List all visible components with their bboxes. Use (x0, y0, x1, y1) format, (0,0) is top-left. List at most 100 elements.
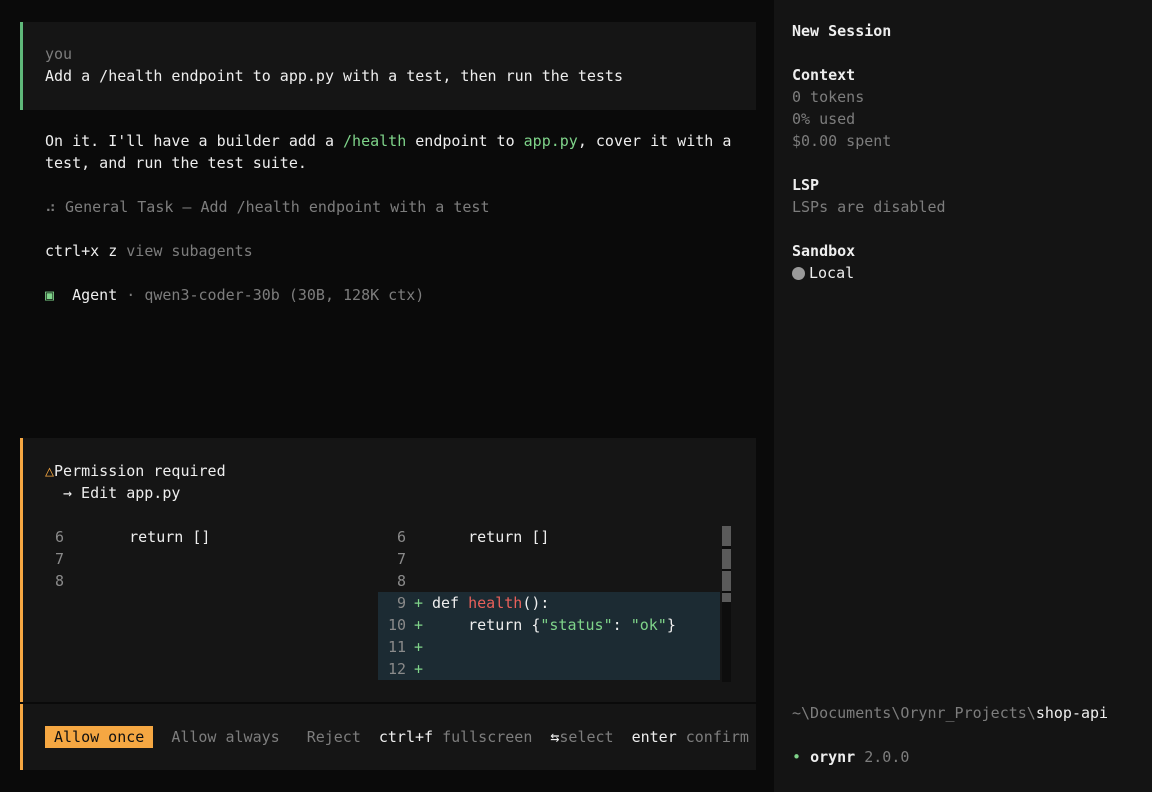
diff-line: 8 (378, 570, 720, 592)
status-dot-icon: • (792, 748, 802, 766)
task-row[interactable]: ⠴ General Task — Add /health endpoint wi… (45, 196, 745, 218)
diff-scrollbar[interactable] (722, 526, 731, 682)
warning-icon: △ (45, 462, 55, 480)
assistant-text-line-1: On it. I'll have a builder add a /health… (45, 130, 745, 152)
app-version-row: • orynr 2.0.0 (792, 746, 909, 768)
status-dot-icon (792, 267, 805, 280)
scrollbar-thumb[interactable] (722, 593, 731, 602)
code: return [] (432, 528, 550, 546)
text-fragment: , cover it with a (577, 132, 732, 150)
code: return [] (93, 528, 211, 546)
scrollbar-thumb[interactable] (722, 549, 731, 569)
diff-added-line: 9 + def health (): (378, 592, 720, 614)
permission-actions: Allow once Allow always Reject ctrl+f fu… (20, 704, 756, 770)
text-fragment: endpoint to (406, 132, 524, 150)
lsp-status: LSPs are disabled (792, 198, 946, 216)
confirm-key: enter (631, 728, 677, 746)
context-section: Context 0 tokens 0% used $0.00 spent (792, 64, 891, 152)
diff-line: 8 (45, 570, 375, 592)
path-prefix: ~\Documents\Orynr_Projects\ (792, 704, 1036, 722)
allow-always-button[interactable]: Allow always (171, 726, 279, 748)
added-marker: + (414, 660, 424, 678)
token-count: 0 tokens (792, 88, 865, 106)
app-version: 2.0.0 (864, 748, 910, 766)
permission-action: → Edit app.py (63, 484, 181, 502)
line-number: 7 (55, 550, 65, 568)
select-icon: ⇆ (550, 728, 560, 746)
message-author: you (45, 45, 73, 63)
code-keyword: def (432, 594, 469, 612)
added-marker: + (414, 616, 424, 634)
session-title: New Session (792, 22, 892, 40)
scrollbar-thumb[interactable] (722, 526, 731, 546)
cost-spent: $0.00 spent (792, 132, 892, 150)
inline-code-health: /health (343, 132, 407, 150)
line-number: 6 (55, 528, 65, 546)
chat-pane: you Add a /health endpoint to app.py wit… (0, 0, 774, 792)
confirm-label: confirm (685, 728, 749, 746)
diff-line: 6 return [] (45, 526, 375, 548)
code-function: health (468, 594, 523, 612)
code: : (612, 616, 631, 634)
allow-once-button[interactable]: Allow once (45, 726, 154, 748)
sandbox-heading: Sandbox (792, 242, 856, 260)
code: return { (432, 616, 541, 634)
usage-percent: 0% used (792, 110, 856, 128)
sandbox-row: Local (792, 262, 855, 284)
code-string: "ok" (630, 616, 667, 634)
diff-line: 7 (378, 548, 720, 570)
text-fragment: On it. I'll have a builder add a (45, 132, 344, 150)
context-heading: Context (792, 66, 856, 84)
code-string: "status" (540, 616, 613, 634)
line-number: 11 (387, 638, 406, 656)
diff-line: 7 (45, 548, 375, 570)
diff-added-line: 12 + (378, 658, 720, 680)
line-number: 8 (55, 572, 65, 590)
agent-icon: ▣ (45, 286, 55, 304)
line-number: 6 (396, 528, 406, 546)
line-number: 8 (396, 572, 406, 590)
fullscreen-key: ctrl+f (378, 728, 434, 746)
user-message: you Add a /health endpoint to app.py wit… (20, 22, 756, 110)
fullscreen-label[interactable]: fullscreen (442, 726, 532, 748)
agent-model: · qwen3-coder-30b (30B, 128K ctx) (117, 286, 425, 304)
inline-code-app: app.py (523, 132, 578, 150)
app-window: you Add a /health endpoint to app.py wit… (0, 0, 1152, 792)
shortcut-label: view subagents (126, 242, 253, 260)
lsp-heading: LSP (792, 176, 820, 194)
line-number: 9 (396, 594, 406, 612)
agent-status: ▣ Agent · qwen3-coder-30b (30B, 128K ctx… (45, 284, 745, 306)
assistant-text-line-2: test, and run the test suite. (45, 154, 307, 172)
diff-new-pane: 6 return [] 7 8 9 + def health (): 10 + retu… (378, 526, 720, 680)
permission-title: Permission required (54, 462, 226, 480)
line-number: 12 (387, 660, 406, 678)
scrollbar-thumb[interactable] (722, 571, 731, 591)
agent-label: Agent (72, 286, 118, 304)
session-sidebar: New Session Context 0 tokens 0% used $0.… (774, 0, 1152, 792)
lsp-section: LSP LSPs are disabled (792, 174, 946, 218)
sandbox-section: Sandbox Local (792, 240, 855, 284)
app-name: orynr (810, 748, 856, 766)
reject-button[interactable]: Reject (307, 726, 361, 748)
subagents-hint: ctrl+x z view subagents (45, 240, 745, 262)
line-number: 10 (387, 616, 406, 634)
diff-line: 6 return [] (378, 526, 720, 548)
permission-header: △Permission required → Edit app.py (45, 460, 226, 504)
sandbox-value: Local (809, 264, 855, 282)
project-name: shop-api (1035, 704, 1109, 722)
spinner-icon: ⠴ (45, 198, 56, 216)
assistant-message: On it. I'll have a builder add a /health… (45, 130, 745, 306)
code: } (666, 616, 676, 634)
shortcut-key: ctrl+x z (45, 242, 118, 260)
added-marker: + (414, 594, 424, 612)
code: (): (522, 594, 550, 612)
message-text: Add a /health endpoint to app.py with a … (45, 67, 623, 85)
diff-added-line: 11 + (378, 636, 720, 658)
select-label: select (559, 728, 614, 746)
added-marker: + (414, 638, 424, 656)
permission-panel: △Permission required → Edit app.py 6 ret… (20, 438, 756, 702)
task-label: General Task — Add /health endpoint with… (65, 198, 490, 216)
diff-added-line: 10 + return {"status": "ok"} (378, 614, 720, 636)
line-number: 7 (396, 550, 406, 568)
project-path: ~\Documents\Orynr_Projects\shop-api (792, 702, 1108, 724)
